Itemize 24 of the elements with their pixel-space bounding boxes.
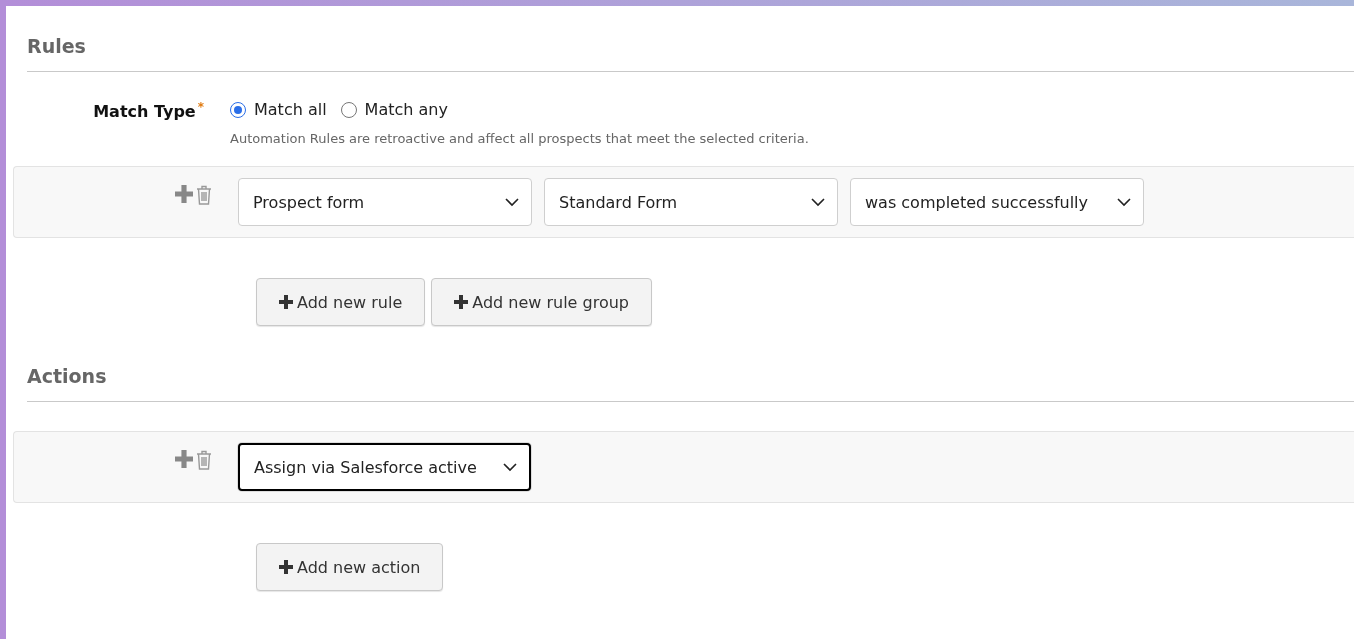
field-label: Match Type$^{*}$	[93, 100, 204, 122]
chevron-down-icon	[505, 197, 519, 207]
plus-icon	[279, 295, 293, 309]
trash-icon[interactable]	[196, 450, 212, 470]
section-title: Rules	[27, 26, 1354, 72]
section-title: Actions	[27, 356, 1354, 402]
dropdown[interactable]: Standard Form	[544, 178, 838, 226]
add-icon	[175, 185, 193, 203]
radio-option[interactable]: Match any	[340, 100, 448, 119]
chevron-down-icon	[811, 197, 825, 207]
add-button[interactable]: Add new rule	[256, 278, 426, 326]
radio-option[interactable]: Match all	[230, 100, 327, 119]
add-button[interactable]: Add new action	[256, 543, 444, 591]
dropdown[interactable]: Prospect form	[238, 178, 532, 226]
trash-icon[interactable]	[196, 185, 212, 205]
plus-icon	[279, 560, 293, 574]
plus-icon	[454, 295, 469, 309]
add-icon	[175, 450, 193, 468]
chevron-down-icon	[503, 462, 517, 472]
dropdown[interactable]: was completed successfully	[850, 178, 1144, 226]
add-button[interactable]: Add new rule group	[431, 278, 652, 326]
chevron-down-icon	[1117, 197, 1131, 207]
dropdown[interactable]: Assign via Salesforce active	[238, 443, 531, 491]
help-text: Automation Rules are retroactive and affect all prospects that meet the selected criteria.	[230, 131, 809, 146]
